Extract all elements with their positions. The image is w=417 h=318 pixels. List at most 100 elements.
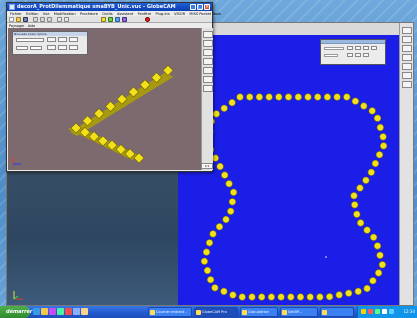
tool-icon[interactable] (203, 49, 213, 56)
dialog-button[interactable] (347, 53, 353, 57)
bead (216, 162, 224, 171)
bead (284, 93, 293, 101)
folder-icon[interactable] (41, 308, 48, 315)
tray-icon[interactable] (361, 309, 366, 314)
bead (277, 293, 285, 301)
center-marker (325, 256, 327, 258)
bead (333, 93, 341, 101)
tool-icon[interactable] (402, 72, 412, 79)
bead (236, 93, 244, 101)
redo-icon[interactable] (64, 17, 69, 22)
shade-icon[interactable] (101, 17, 106, 22)
bead (360, 102, 368, 110)
axis-triad-icon (12, 157, 21, 165)
dialog-input[interactable] (30, 46, 42, 50)
tool-icon[interactable] (203, 31, 213, 38)
taskbar: démarrer Courrier entrant - GlobeCAM Pro… (0, 306, 417, 318)
task-button-active[interactable]: GlobeCAM Pro (194, 307, 238, 317)
undo-icon[interactable] (57, 17, 62, 22)
dialog-button[interactable] (58, 45, 67, 50)
bead (202, 248, 211, 256)
tool-icon[interactable] (402, 27, 412, 34)
bead (314, 93, 322, 101)
floating-dialog[interactable] (320, 39, 386, 65)
bead (363, 226, 371, 234)
tray-icon[interactable] (368, 309, 373, 314)
bead (379, 133, 387, 141)
task-button[interactable]: SetViP... (280, 307, 318, 317)
tray-icon[interactable] (389, 309, 394, 314)
bead (229, 291, 237, 299)
media-icon[interactable] (49, 308, 56, 315)
dialog-button[interactable] (47, 37, 56, 42)
render-icon[interactable] (108, 17, 113, 22)
bead (375, 269, 383, 277)
paste-icon[interactable] (47, 17, 52, 22)
app-launch-icon[interactable] (81, 308, 88, 315)
bead (351, 97, 359, 105)
bead (265, 93, 273, 101)
tray-icon[interactable] (375, 309, 380, 314)
tray-icon[interactable] (382, 309, 387, 314)
tool-icon[interactable] (402, 45, 412, 52)
save-icon[interactable] (23, 17, 28, 22)
dialog-button[interactable] (355, 46, 361, 50)
dialog-input[interactable] (16, 38, 44, 42)
app-launch-icon[interactable] (73, 308, 80, 315)
dialog-field[interactable] (324, 47, 344, 50)
title-bar[interactable]: decorA_ProtDilemmatique smaBYB_Unic.vuc … (7, 3, 212, 11)
material-icon[interactable] (122, 17, 127, 22)
tool-icon[interactable] (203, 85, 213, 92)
globecam-window[interactable]: decorA_ProtDilemmatique smaBYB_Unic.vuc … (6, 2, 221, 172)
bead (369, 277, 377, 285)
tool-icon[interactable] (203, 58, 213, 65)
tool-icon[interactable] (203, 40, 213, 47)
cut-icon[interactable] (33, 17, 38, 22)
task-button[interactable]: Courrier entrant - (148, 307, 192, 317)
dialog-button[interactable] (363, 46, 369, 50)
task-label: Calculatrice (248, 310, 269, 314)
dialog-button[interactable] (69, 45, 78, 50)
bead (258, 293, 266, 301)
tool-icon[interactable] (203, 76, 213, 83)
dialog-button[interactable] (69, 37, 78, 42)
tool-icon[interactable] (402, 81, 412, 88)
bead (350, 192, 358, 200)
tool-icon[interactable] (402, 36, 412, 43)
dialog-button[interactable] (371, 46, 377, 50)
view-icon[interactable] (115, 17, 120, 22)
open-folder-icon[interactable] (16, 17, 21, 22)
app-launch-icon[interactable] (65, 308, 72, 315)
tool-icon[interactable] (402, 54, 412, 61)
ie-icon[interactable] (33, 308, 40, 315)
dialog-button[interactable] (363, 53, 369, 57)
dialog-button[interactable] (47, 45, 56, 50)
dialog-input[interactable] (16, 46, 28, 50)
app-launch-icon[interactable] (57, 308, 64, 315)
bead (362, 176, 370, 184)
3d-viewport[interactable]: Nouvelle (Gen) Spline (8, 28, 201, 170)
stop-icon[interactable] (145, 17, 150, 22)
copy-icon[interactable] (40, 17, 45, 22)
minimize-button[interactable]: _ (190, 4, 196, 10)
bead (275, 93, 283, 101)
tool-icon[interactable] (203, 67, 213, 74)
task-icon (196, 310, 201, 315)
bead (356, 184, 364, 192)
dialog-button[interactable] (355, 53, 361, 57)
new-file-icon[interactable] (9, 17, 14, 22)
bead (354, 287, 362, 295)
start-button[interactable]: démarrer (0, 306, 32, 318)
dialog-button[interactable] (58, 37, 67, 42)
bead (353, 210, 361, 218)
maximize-button[interactable]: □ (197, 4, 203, 10)
task-button[interactable] (320, 307, 354, 317)
bead (209, 230, 217, 238)
viewport-tool-palette (201, 28, 213, 170)
spline-dialog[interactable]: Nouvelle (Gen) Spline (12, 31, 88, 55)
task-button[interactable]: Calculatrice (240, 307, 278, 317)
close-button[interactable]: × (204, 4, 210, 10)
dialog-field[interactable] (324, 54, 338, 57)
dialog-button[interactable] (347, 46, 353, 50)
tool-icon[interactable] (402, 63, 412, 70)
